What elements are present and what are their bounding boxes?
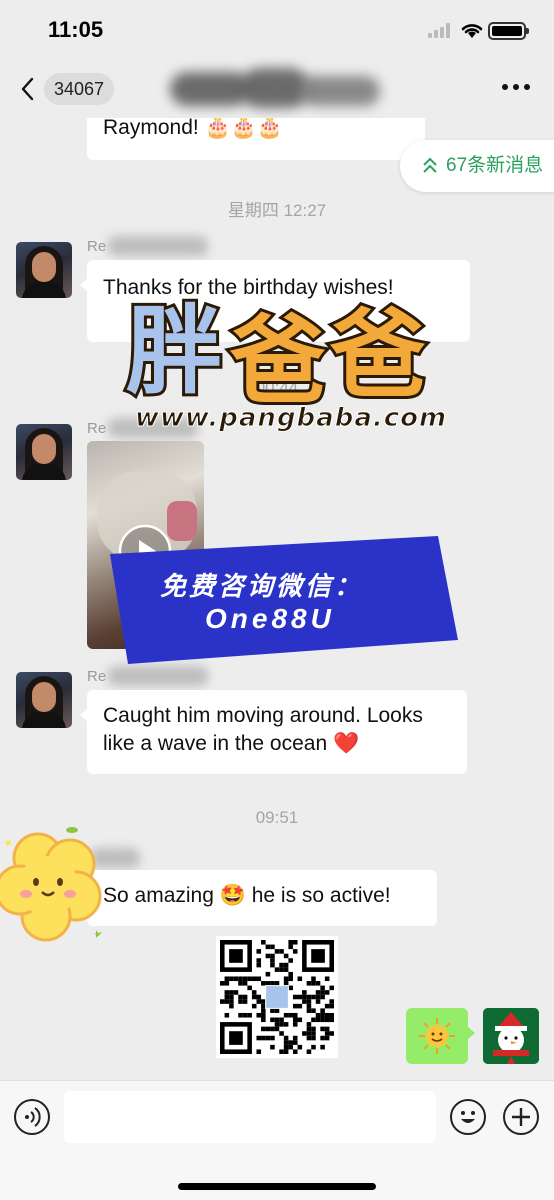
avatar[interactable] <box>16 672 72 728</box>
voice-button[interactable] <box>14 1099 50 1135</box>
message-input[interactable] <box>64 1091 436 1143</box>
emoji-icon <box>461 1111 475 1123</box>
chat-header: 34067 <box>0 60 554 118</box>
snowman-avatar-icon <box>483 1008 539 1064</box>
unread-count-badge[interactable]: 34067 <box>44 73 115 105</box>
sun-emoji-icon <box>419 1018 455 1054</box>
message-bubble[interactable]: Thanks for the birthday wishes! <box>80 260 470 342</box>
chat-title-redacted[interactable] <box>170 66 380 112</box>
message-text: Thanks for the birthday wishes! <box>103 276 394 299</box>
sender-name-redacted <box>108 236 208 256</box>
message-bubble[interactable]: Caught him moving around. Looks like a w… <box>80 690 467 774</box>
message-text: Caught him moving around. Looks like a w… <box>103 704 423 755</box>
input-bar <box>0 1080 554 1200</box>
chat-area[interactable]: Raymond! 🎂🎂🎂 67条新消息 星期四 12:27 Re Thanks … <box>0 118 554 1080</box>
flower-sticker <box>0 827 102 942</box>
qr-code-image <box>216 936 338 1058</box>
plus-button[interactable] <box>503 1099 539 1135</box>
emoji-button[interactable] <box>450 1099 486 1135</box>
plus-icon <box>512 1108 530 1126</box>
timestamp: 00:44 <box>255 378 299 397</box>
status-bar: 11:05 <box>0 0 554 60</box>
promo-text-line2: One88U <box>205 603 335 634</box>
promo-text-line1: 免费咨询微信： <box>160 571 364 601</box>
message-text: Raymond! 🎂🎂🎂 <box>103 118 283 139</box>
voice-icon <box>25 1107 41 1127</box>
sender-name: Re <box>87 238 107 255</box>
new-messages-button[interactable]: 67条新消息 <box>400 140 554 192</box>
my-avatar[interactable] <box>483 1008 539 1064</box>
wifi-icon <box>461 24 483 38</box>
message-bubble[interactable]: So amazing 🤩 he is so active! <box>80 870 437 926</box>
sent-sticker-bubble[interactable] <box>406 1008 475 1064</box>
new-messages-label: 67条新消息 <box>446 155 544 176</box>
chevron-left-icon[interactable] <box>18 76 38 102</box>
avatar[interactable] <box>16 242 72 298</box>
sender-name: Re <box>87 668 107 685</box>
timestamp: 星期四 12:27 <box>227 201 327 220</box>
more-icon[interactable] <box>502 84 530 92</box>
message-bubble[interactable]: Raymond! 🎂🎂🎂 <box>87 118 425 160</box>
status-time: 11:05 <box>48 17 104 42</box>
message-text: So amazing 🤩 he is so active! <box>103 884 391 907</box>
sender-name-redacted <box>108 666 208 686</box>
cellular-signal-icon <box>428 22 452 38</box>
home-indicator <box>178 1183 376 1190</box>
battery-icon <box>488 22 529 40</box>
sender-name: Re <box>87 420 107 437</box>
watermark-url: www.pangbaba.com <box>135 403 448 434</box>
avatar[interactable] <box>16 424 72 480</box>
double-chevron-up-icon <box>423 157 437 173</box>
